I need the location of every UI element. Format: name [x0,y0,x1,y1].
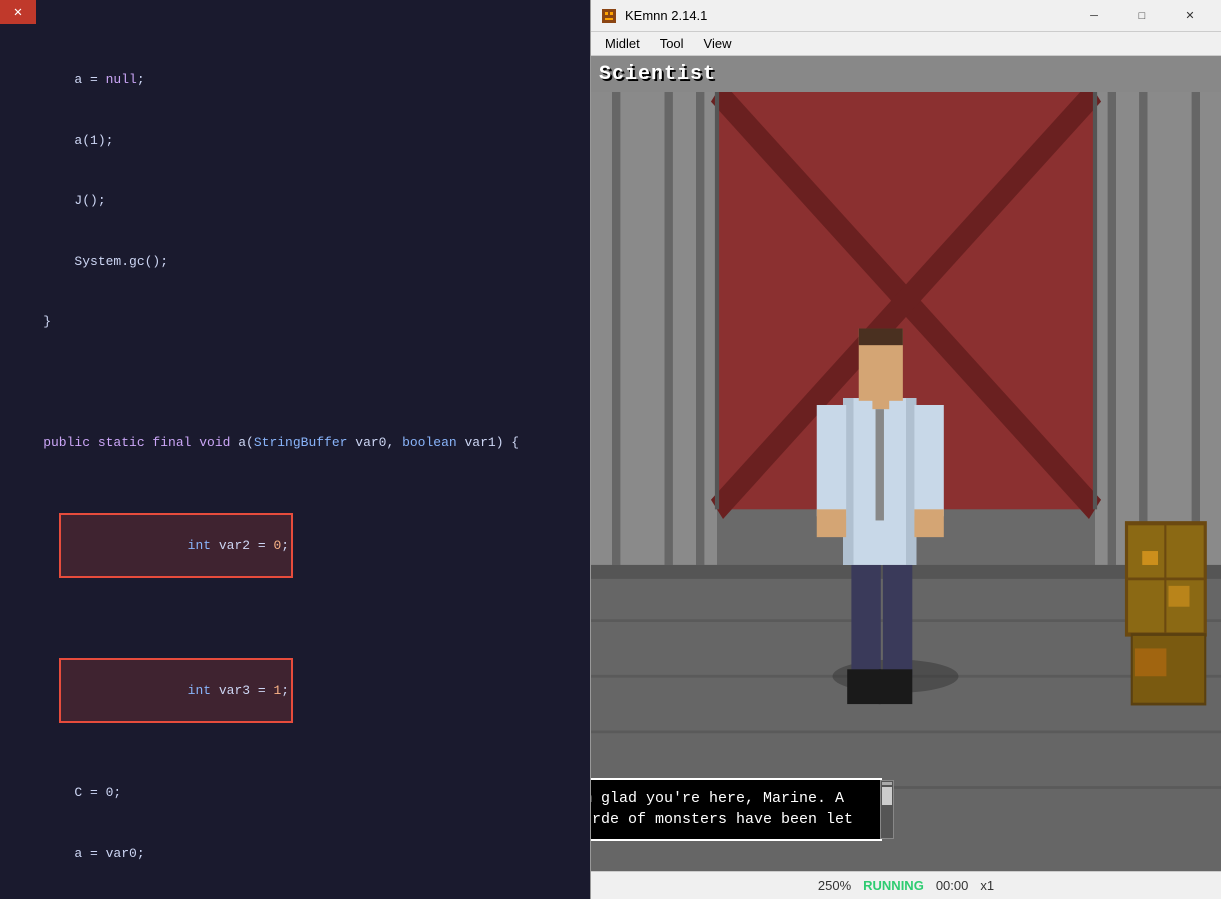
code-line: System.gc(); [12,252,578,272]
emulator-titlebar: KEmnn 2.14.1 ─ □ ✕ [591,0,1221,32]
scroll-thumb[interactable] [882,787,892,805]
code-line: C = 0; [12,783,578,803]
code-line: a = null; [12,70,578,90]
emulator-app-icon [599,6,619,26]
scene-svg [591,92,1221,871]
menu-tool[interactable]: Tool [650,34,694,53]
game-viewport: Scientist [591,56,1221,871]
emulator-statusbar: 250% RUNNING 00:00 x1 [591,871,1221,899]
dialog-box[interactable]: 'm glad you're here, Marine. A horde of … [591,778,882,842]
menu-view[interactable]: View [694,34,742,53]
emulator-window: KEmnn 2.14.1 ─ □ ✕ Midlet Tool View Scie… [590,0,1221,899]
speed-multiplier: x1 [980,878,994,893]
code-line [12,372,578,392]
code-line: a(1); [12,131,578,151]
run-time: 00:00 [936,878,969,893]
game-scene: Scientist [591,56,1221,871]
maximize-button[interactable]: □ [1119,0,1165,32]
character-name-label: Scientist [599,63,716,86]
close-icon: ✕ [14,4,22,21]
emulator-menubar: Midlet Tool View [591,32,1221,56]
code-content: a = null; a(1); J(); System.gc(); } publ… [0,0,590,899]
code-line: a = var0; [12,844,578,864]
code-line-highlighted: int var2 = 0; [12,493,578,598]
emulator-title: KEmnn 2.14.1 [625,8,1071,23]
close-button[interactable]: ✕ [0,0,36,24]
zoom-level: 250% [818,878,851,893]
menu-midlet[interactable]: Midlet [595,34,650,53]
emulator-close-button[interactable]: ✕ [1167,0,1213,32]
code-line-highlighted-active: int var3 = 1; [12,638,578,743]
scene-background: 'm glad you're here, Marine. A horde of … [591,92,1221,871]
code-editor: ✕ a = null; a(1); J(); System.gc(); } pu… [0,0,590,899]
code-line: public static final void a(StringBuffer … [12,433,578,453]
run-state: RUNNING [863,878,924,893]
minimize-button[interactable]: ─ [1071,0,1117,32]
dialog-scrollbar[interactable]: ▲ [880,780,894,840]
scene-header: Scientist [591,56,1221,92]
window-controls: ─ □ ✕ [1071,0,1213,32]
dialog-text: 'm glad you're here, Marine. A horde of … [591,790,853,829]
scroll-arrow-up: ▲ [882,782,892,785]
code-line: } [12,312,578,332]
code-line: J(); [12,191,578,211]
